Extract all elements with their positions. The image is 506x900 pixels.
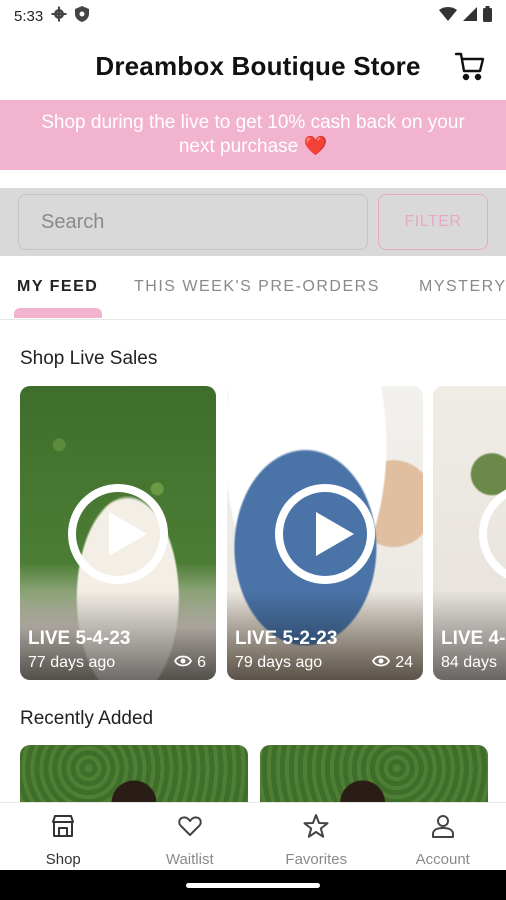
nav-favorites[interactable]: Favorites: [253, 803, 380, 870]
nav-account-label: Account: [415, 851, 470, 868]
tab-mystery[interactable]: MYSTERY: [419, 278, 506, 296]
nav-account[interactable]: Account: [380, 803, 506, 870]
shield-icon: [75, 6, 90, 26]
nav-shop[interactable]: Shop: [0, 803, 127, 870]
search-input[interactable]: Search: [18, 194, 368, 250]
live-sale-date: 77 days ago: [28, 654, 116, 671]
filter-button[interactable]: FILTER: [378, 194, 488, 250]
live-sale-card[interactable]: LIVE 5-2-23 79 days ago 24: [227, 386, 423, 680]
search-bar: Search FILTER: [0, 188, 506, 256]
eye-icon: [372, 654, 391, 672]
shop-icon: [50, 813, 76, 843]
play-icon[interactable]: [275, 484, 375, 584]
status-time: 5:33: [14, 7, 44, 25]
active-tab-indicator: [14, 308, 102, 318]
nav-favorites-label: Favorites: [285, 851, 348, 868]
settings-gear-icon: [51, 6, 67, 26]
live-sales-carousel: LIVE 5-4-23 77 days ago 6 LIVE 5-2-23 79…: [20, 386, 506, 682]
view-count: 6: [174, 654, 206, 672]
view-count: 24: [372, 654, 413, 672]
cart-icon[interactable]: [454, 50, 486, 82]
nav-waitlist-label: Waitlist: [165, 851, 214, 868]
tab-pre-orders[interactable]: THIS WEEK'S PRE-ORDERS: [134, 278, 380, 296]
live-sale-card[interactable]: LIVE 5-4-23 77 days ago 6: [20, 386, 216, 680]
star-icon: [303, 813, 329, 843]
live-sale-title: LIVE 4-: [441, 628, 506, 649]
app-header: Dreambox Boutique Store: [0, 40, 506, 92]
nav-waitlist[interactable]: Waitlist: [127, 803, 254, 870]
bottom-navigation: Shop Waitlist Favorites Account: [0, 802, 506, 870]
view-count-value: 24: [395, 654, 413, 671]
product-thumbnail[interactable]: [260, 745, 488, 803]
battery-icon: [483, 6, 492, 26]
recently-added-heading: Recently Added: [20, 708, 154, 729]
promo-text: Shop during the live to get 10% cash bac…: [41, 112, 465, 157]
nav-shop-label: Shop: [45, 851, 81, 868]
signal-icon: [463, 7, 477, 25]
live-sale-date: 79 days ago: [235, 654, 323, 671]
eye-icon: [174, 654, 193, 672]
live-sale-title: LIVE 5-2-23: [235, 628, 338, 649]
system-navigation-bar: [0, 870, 506, 900]
home-gesture-pill[interactable]: [186, 883, 320, 888]
promo-banner: Shop during the live to get 10% cash bac…: [0, 100, 506, 170]
store-title: Dreambox Boutique Store: [95, 50, 421, 81]
play-icon[interactable]: [68, 484, 168, 584]
heart-icon: [177, 813, 203, 843]
live-sale-date: 84 days: [441, 654, 498, 671]
person-icon: [430, 813, 456, 843]
recently-added-list: [20, 745, 506, 803]
search-placeholder: Search: [41, 210, 105, 233]
tab-my-feed[interactable]: MY FEED: [17, 278, 98, 296]
view-count-value: 6: [197, 654, 206, 671]
feed-tabs: MY FEED THIS WEEK'S PRE-ORDERS MYSTERY: [0, 258, 506, 320]
product-thumbnail[interactable]: [20, 745, 248, 803]
live-sale-title: LIVE 5-4-23: [28, 628, 131, 649]
wifi-icon: [439, 7, 457, 25]
live-sale-card[interactable]: LIVE 4- 84 days: [433, 386, 506, 680]
live-sales-heading: Shop Live Sales: [20, 348, 158, 369]
filter-label: FILTER: [404, 213, 462, 230]
status-bar: 5:33: [0, 0, 506, 32]
